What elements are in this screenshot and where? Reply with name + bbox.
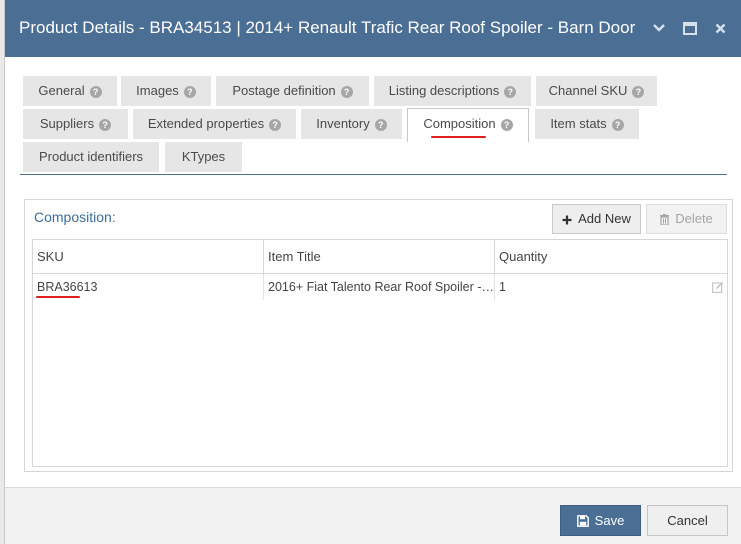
- tab-inventory[interactable]: Inventory?: [301, 109, 402, 139]
- help-icon[interactable]: ?: [504, 86, 517, 98]
- add-new-label: Add New: [578, 211, 631, 226]
- save-button[interactable]: Save: [560, 505, 641, 536]
- column-header-item-title[interactable]: Item Title: [264, 240, 495, 274]
- tab-label: Listing descriptions: [388, 83, 500, 98]
- tab-label: Images: [136, 83, 179, 98]
- help-icon[interactable]: ?: [99, 119, 112, 131]
- help-icon[interactable]: ?: [611, 119, 624, 131]
- tab-postage-definition[interactable]: Postage definition?: [216, 76, 369, 106]
- tab-label: General: [38, 83, 85, 98]
- tab-suppliers[interactable]: Suppliers?: [23, 109, 128, 139]
- tab-label: Product identifiers: [38, 149, 144, 164]
- close-icon[interactable]: [711, 19, 729, 37]
- tab-label: Suppliers: [39, 116, 95, 131]
- tab-bar: General? Images? Postage definition? Lis…: [20, 76, 727, 175]
- tab-images[interactable]: Images?: [121, 76, 211, 106]
- tab-extended-properties[interactable]: Extended properties?: [133, 109, 296, 139]
- grid-header: SKU Item Title Quantity: [33, 240, 727, 274]
- column-header-sku[interactable]: SKU: [33, 240, 264, 274]
- help-icon[interactable]: ?: [340, 86, 353, 98]
- edit-icon[interactable]: [712, 280, 724, 298]
- tab-ktypes[interactable]: KTypes: [165, 142, 242, 172]
- plus-icon: [562, 207, 572, 235]
- delete-label: Delete: [675, 211, 713, 226]
- tab-label: Postage definition: [232, 83, 336, 98]
- floppy-disk-icon: [576, 508, 589, 537]
- tab-label: Inventory: [316, 116, 370, 131]
- cancel-button[interactable]: Cancel: [647, 505, 728, 536]
- help-icon[interactable]: ?: [632, 86, 645, 98]
- dialog-title: Product Details - BRA34513 | 2014+ Renau…: [19, 18, 636, 37]
- cell-item-title: 2016+ Fiat Talento Rear Roof Spoiler - B…: [264, 274, 495, 300]
- help-icon[interactable]: ?: [500, 119, 513, 131]
- help-icon[interactable]: ?: [89, 86, 102, 98]
- help-icon[interactable]: ?: [183, 86, 196, 98]
- dialog-titlebar[interactable]: Product Details - BRA34513 | 2014+ Renau…: [5, 0, 741, 57]
- trash-icon: [660, 207, 670, 235]
- tab-listing-descriptions[interactable]: Listing descriptions?: [374, 76, 531, 106]
- tab-item-stats[interactable]: Item stats?: [535, 109, 639, 139]
- save-label: Save: [594, 513, 625, 528]
- tab-label: Composition: [423, 116, 496, 131]
- composition-grid: SKU Item Title Quantity BRA36613 2016+ F…: [32, 239, 728, 467]
- tab-label: Channel SKU: [548, 83, 628, 98]
- cell-quantity[interactable]: 1: [495, 274, 727, 300]
- tab-channel-sku[interactable]: Channel SKU?: [536, 76, 657, 106]
- tab-divider: [20, 174, 727, 175]
- chevron-down-icon[interactable]: [650, 19, 668, 37]
- delete-button[interactable]: Delete: [646, 204, 727, 234]
- help-icon[interactable]: ?: [269, 119, 282, 131]
- tab-product-identifiers[interactable]: Product identifiers: [23, 142, 159, 172]
- tab-label: Item stats: [550, 116, 607, 131]
- tab-label: Extended properties: [147, 116, 265, 131]
- composition-panel: Composition: Add New Delete SKU Item Tit…: [24, 199, 733, 472]
- annotation-underline: [431, 136, 486, 138]
- column-header-quantity[interactable]: Quantity: [495, 240, 727, 274]
- add-new-button[interactable]: Add New: [552, 204, 641, 234]
- table-row[interactable]: BRA36613 2016+ Fiat Talento Rear Roof Sp…: [33, 274, 727, 300]
- help-icon[interactable]: ?: [374, 119, 387, 131]
- maximize-icon[interactable]: [681, 19, 699, 37]
- tab-label: KTypes: [181, 149, 226, 164]
- panel-title: Composition:: [34, 209, 116, 225]
- annotation-underline: [36, 296, 80, 298]
- product-details-dialog: Product Details - BRA34513 | 2014+ Renau…: [4, 0, 741, 544]
- tab-general[interactable]: General?: [23, 76, 117, 106]
- dialog-footer: Save Cancel: [5, 487, 741, 544]
